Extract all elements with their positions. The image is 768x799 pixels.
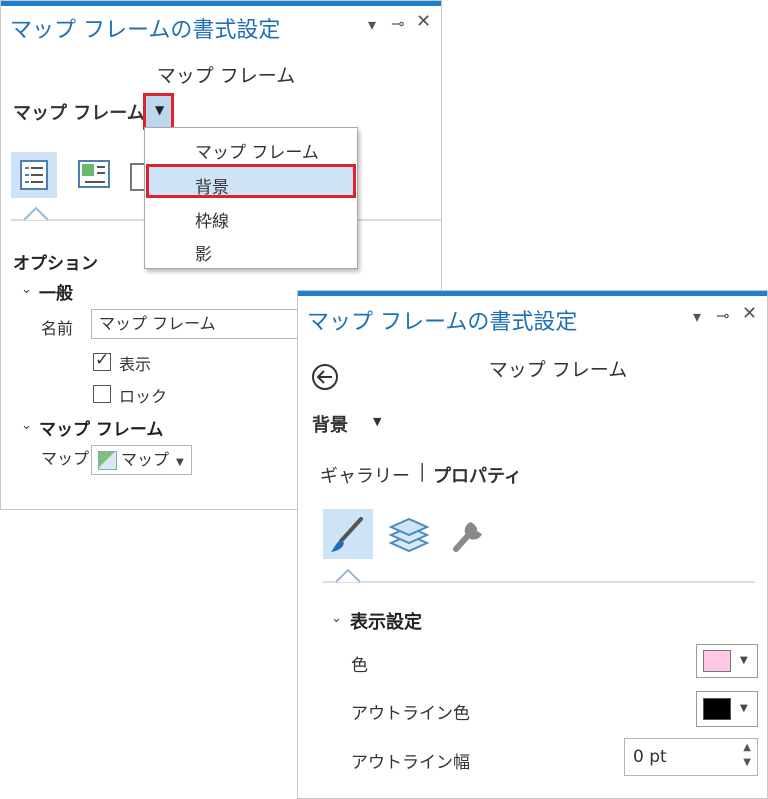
element-selector-label[interactable]: 背景 <box>312 411 348 437</box>
color-swatch <box>703 650 731 672</box>
element-dropdown-button[interactable]: ▼ <box>143 93 174 130</box>
spinner-down-icon[interactable]: ▼ <box>743 745 751 775</box>
pane-accent-bar <box>298 291 767 296</box>
caret-down-icon: ▼ <box>155 103 165 117</box>
caret-down-icon: ▼ <box>176 457 184 468</box>
dropdown-item-shadow[interactable]: 影 <box>195 240 212 265</box>
symbol-tab-icon[interactable] <box>323 509 373 559</box>
caret-down-icon: ▼ <box>740 703 748 714</box>
options-header: オプション <box>13 254 98 274</box>
dropdown-item-border[interactable]: 枠線 <box>195 207 229 232</box>
element-dropdown-menu: マップ フレーム 背景 枠線 影 <box>144 127 358 269</box>
name-label: 名前 <box>41 319 74 338</box>
active-tab-pointer-icon <box>335 567 361 587</box>
outline-color-label: アウトライン色 <box>351 704 470 724</box>
checkmark-icon: ✓ <box>95 350 110 370</box>
appearance-header[interactable]: 表示設定 <box>350 608 422 634</box>
element-selector-label[interactable]: マップ フレーム <box>13 99 145 125</box>
layers-tab-icon[interactable] <box>384 509 434 559</box>
map-select[interactable]: マップ ▼ <box>91 445 192 475</box>
pane-menu-icon[interactable]: ▾ <box>693 307 701 326</box>
close-icon[interactable]: ✕ <box>416 11 431 32</box>
display-tab-icon[interactable] <box>71 152 117 198</box>
tab-divider <box>323 581 755 583</box>
outline-width-input[interactable]: 0 pt ▲ ▼ <box>624 738 758 776</box>
caret-down-icon: ▼ <box>740 655 748 666</box>
chevron-down-icon[interactable]: ⌄ <box>331 611 342 626</box>
outline-color-picker[interactable]: ▼ <box>696 691 758 727</box>
dropdown-item-background[interactable]: 背景 <box>146 164 356 198</box>
tab-gallery[interactable]: ギャラリー <box>320 462 410 488</box>
chevron-down-icon[interactable]: ⌄ <box>21 282 32 297</box>
options-tab-icon[interactable] <box>11 152 57 198</box>
pin-icon[interactable]: ⊸ <box>716 306 729 325</box>
pane-subtitle: マップ フレーム <box>488 359 628 381</box>
wrench-tab-icon[interactable] <box>444 509 494 559</box>
pin-icon[interactable]: ⊸ <box>391 14 404 33</box>
lock-checkbox[interactable] <box>93 385 111 403</box>
dropdown-item-background-label: 背景 <box>195 178 229 198</box>
tab-separator: | <box>419 460 426 482</box>
lock-label: ロック <box>119 387 168 406</box>
outline-width-value: 0 pt <box>633 747 667 767</box>
active-tab-pointer-icon <box>23 205 49 225</box>
outline-color-swatch <box>703 698 731 720</box>
color-label: 色 <box>351 656 368 676</box>
visible-checkbox[interactable]: ✓ <box>93 350 111 371</box>
visible-label: 表示 <box>119 355 152 374</box>
chevron-down-icon[interactable]: ⌄ <box>21 418 32 433</box>
color-picker[interactable]: ▼ <box>696 644 758 678</box>
pane-subtitle: マップ フレーム <box>156 65 296 87</box>
pane-accent-bar <box>1 1 441 6</box>
map-label: マップ <box>41 449 90 468</box>
outline-width-label: アウトライン幅 <box>351 753 470 773</box>
dropdown-item-mapframe[interactable]: マップ フレーム <box>195 138 319 163</box>
pane-menu-icon[interactable]: ▾ <box>368 15 376 34</box>
general-header[interactable]: 一般 <box>39 279 73 304</box>
map-icon <box>98 451 117 470</box>
caret-down-icon[interactable]: ▼ <box>373 415 381 428</box>
map-select-value: マップ <box>121 450 170 469</box>
pane-title: マップ フレームの書式設定 <box>10 18 281 43</box>
tab-properties[interactable]: プロパティ <box>433 462 522 488</box>
front-format-pane: マップ フレームの書式設定 ▾ ⊸ ✕ マップ フレーム 背景 ▼ ギャラリー … <box>297 290 768 799</box>
pane-title: マップ フレームの書式設定 <box>307 310 578 335</box>
close-icon[interactable]: ✕ <box>742 303 757 324</box>
mapframe-header[interactable]: マップ フレーム <box>39 415 163 440</box>
